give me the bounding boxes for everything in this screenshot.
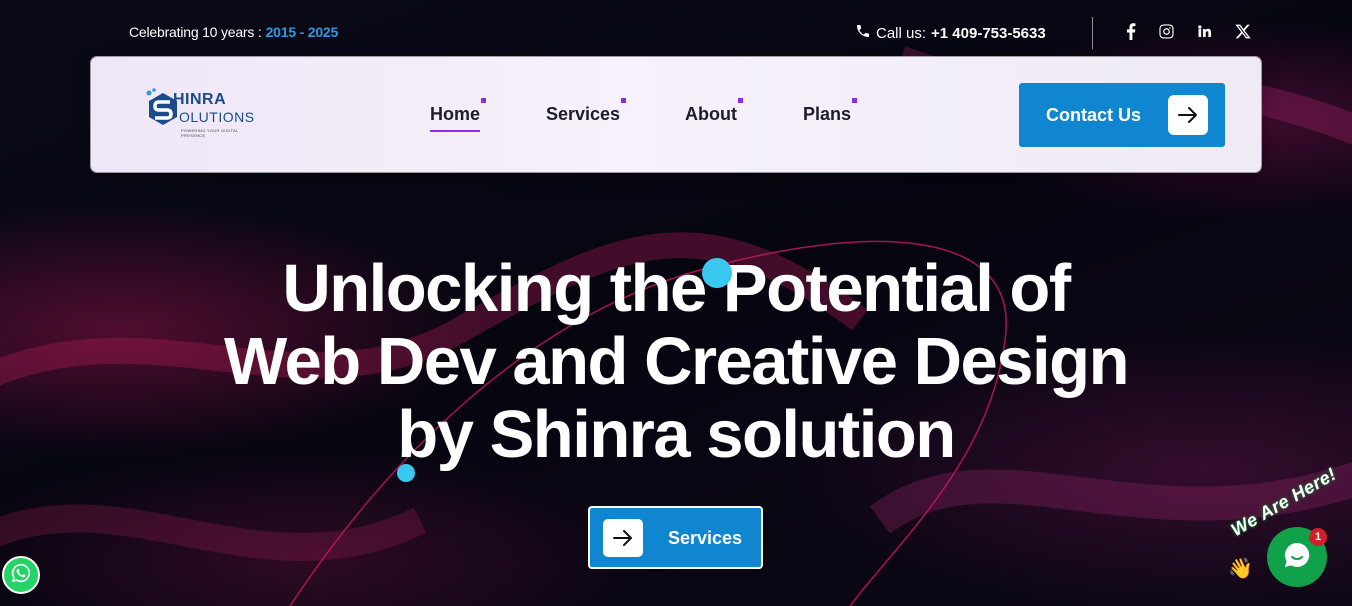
facebook-icon[interactable] bbox=[1120, 20, 1142, 42]
nav-dot bbox=[621, 98, 627, 103]
nav-about[interactable]: About bbox=[685, 98, 743, 125]
nav-dot bbox=[852, 98, 858, 103]
top-bar: Celebrating 10 years :2015 - 2025 Call u… bbox=[0, 0, 1352, 62]
hero-line-3: by Shinra solution bbox=[397, 397, 956, 472]
hero-heading: Unlocking the Potential of Web Dev and C… bbox=[0, 252, 1352, 471]
nav-plans-label: Plans bbox=[803, 104, 852, 124]
hero-line-2: Web Dev and Creative Design bbox=[223, 324, 1130, 399]
whatsapp-icon bbox=[10, 562, 32, 589]
waving-hand-icon: 👋 bbox=[1228, 558, 1253, 580]
topbar-divider bbox=[1092, 17, 1093, 49]
logo-line-1: HINRA bbox=[173, 91, 227, 108]
nav-dot bbox=[481, 98, 487, 103]
nav-plans[interactable]: Plans bbox=[803, 98, 858, 125]
phone-icon bbox=[855, 23, 871, 43]
nav-services-label: Services bbox=[546, 104, 621, 124]
whatsapp-button[interactable] bbox=[2, 556, 40, 594]
nav-about-label: About bbox=[685, 104, 737, 124]
contact-us-button[interactable]: Contact Us bbox=[1019, 83, 1225, 147]
hero-services-button[interactable]: Services bbox=[588, 506, 763, 569]
chat-unread-badge: 1 bbox=[1309, 528, 1327, 546]
arrow-right-icon bbox=[603, 519, 643, 557]
hero-line-1: Unlocking the Potential of bbox=[282, 251, 1071, 326]
celebration-text: Celebrating 10 years :2015 - 2025 bbox=[129, 24, 338, 40]
chat-icon bbox=[1282, 540, 1312, 575]
call-label: Call us: bbox=[876, 24, 927, 42]
hero-services-label: Services bbox=[668, 528, 743, 548]
linkedin-icon[interactable] bbox=[1193, 20, 1215, 42]
x-icon[interactable] bbox=[1232, 20, 1254, 42]
live-chat-widget[interactable]: We Are Here! 👋 1 bbox=[1226, 464, 1352, 606]
contact-us-label: Contact Us bbox=[1046, 104, 1142, 125]
instagram-icon[interactable] bbox=[1155, 20, 1177, 42]
nav-dot bbox=[737, 98, 743, 103]
site-logo[interactable]: HINRA OLUTIONS POWERING YOUR DIGITAL PRE… bbox=[143, 87, 261, 139]
decorative-dot bbox=[702, 258, 732, 288]
decorative-dot bbox=[397, 464, 415, 482]
celebrate-years: 2015 - 2025 bbox=[265, 24, 339, 40]
nav-home[interactable]: Home bbox=[430, 98, 487, 132]
celebrate-label: Celebrating 10 years : bbox=[129, 24, 262, 40]
nav-services[interactable]: Services bbox=[546, 98, 627, 125]
logo-tagline: POWERING YOUR DIGITAL PRESENCE bbox=[181, 128, 239, 138]
arrow-right-icon bbox=[1168, 95, 1208, 135]
nav-home-label: Home bbox=[430, 104, 481, 124]
main-navbar: HINRA OLUTIONS POWERING YOUR DIGITAL PRE… bbox=[91, 57, 1261, 172]
logo-line-2: OLUTIONS bbox=[179, 109, 255, 125]
call-number[interactable]: +1 409-753-5633 bbox=[931, 25, 1046, 42]
call-us[interactable]: Call us: +1 409-753-5633 bbox=[855, 23, 1046, 43]
